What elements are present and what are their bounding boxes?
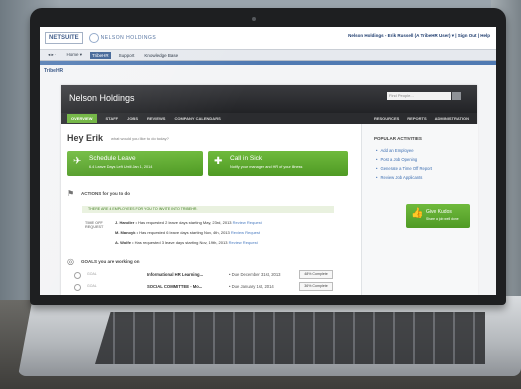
netsuite-topbar: NETSUITE NELSON HOLDINGS Nelson Holdings… (40, 27, 496, 50)
review-request-link[interactable]: Review Request (229, 240, 258, 245)
thumbs-up-icon: 👍 (411, 208, 424, 219)
goal-due: • Due December 31st, 2013 (229, 272, 281, 277)
laptop-screen: NETSUITE NELSON HOLDINGS Nelson Holdings… (40, 27, 496, 295)
goal-title[interactable]: Informational HR Learning... (147, 272, 203, 277)
actions-icon: ⚑ (67, 189, 75, 198)
review-request-link[interactable]: Review Request (233, 220, 262, 225)
webcam-icon (252, 17, 256, 21)
airplane-icon: ✈ (73, 156, 82, 167)
netsuite-navbar: ◂ ▸ · Home ▾ TribeHR Support Knowledge B… (40, 50, 496, 61)
give-kudos-subtitle: Share a job well done (426, 217, 459, 221)
goal-status-icon (74, 272, 81, 279)
request-name: A. Wolfe (115, 240, 131, 245)
sidebar: POPULAR ACTIVITIES Add an Employee Post … (361, 124, 478, 295)
give-kudos-button[interactable]: 👍 Give Kudos Share a job well done (406, 204, 470, 228)
goal-row: GOAL Informational HR Learning... • Due … (67, 270, 357, 280)
request-name: M. Manoyk (115, 230, 136, 235)
greeting: Hey Erik (67, 133, 104, 143)
company-logo-icon (88, 33, 99, 43)
medical-icon: ✚ (214, 156, 223, 167)
popular-item[interactable]: Post a Job Opening (376, 157, 417, 162)
request-row: A. Wolfe • Has requested 3 leave days st… (115, 240, 258, 245)
netsuite-logo[interactable]: NETSUITE (45, 32, 83, 44)
nav-knowledge-base[interactable]: Knowledge Base (142, 52, 180, 59)
goal-title[interactable]: SOCIAL COMMITTEE - Mo... (147, 284, 202, 289)
give-kudos-title: Give Kudos (426, 209, 452, 215)
goals-title: GOALS you are working on (81, 259, 140, 264)
tab-jobs[interactable]: JOBS (127, 116, 138, 121)
tab-reports[interactable]: REPORTS (407, 116, 426, 121)
right-tabs: RESOURCES REPORTS ADMINISTRATION (374, 116, 477, 121)
popular-item[interactable]: Generate a Time Off Report (376, 166, 432, 171)
tab-administration[interactable]: ADMINISTRATION (435, 116, 469, 121)
tab-overview[interactable]: OVERVIEW (67, 114, 97, 123)
company-name: Nelson Holdings (69, 93, 135, 103)
request-name: J. Handler (115, 220, 135, 225)
tab-company-calendars[interactable]: COMPANY CALENDARS (174, 116, 220, 121)
overview-main: Hey Erik what would you like to do today… (61, 124, 361, 295)
goal-status-icon (74, 284, 81, 291)
time-off-request-label: TIME OFF REQUEST (85, 221, 104, 229)
call-in-sick-button[interactable]: ✚ Call in Sick Notify your manager and H… (208, 151, 348, 176)
breadcrumb: TribeHR (44, 68, 64, 74)
goal-label: GOAL (87, 272, 97, 276)
call-in-sick-title: Call in Sick (230, 155, 263, 162)
goals-icon: ◎ (67, 257, 74, 266)
request-text: • Has requested 2 leave days starting Ma… (135, 220, 232, 225)
portal-tabs: OVERVIEW STAFF JOBS REVIEWS COMPANY CALE… (61, 113, 477, 124)
popular-item[interactable]: Add an Employee (376, 148, 413, 153)
schedule-leave-title: Schedule Leave (89, 155, 136, 162)
nav-home[interactable]: Home ▾ (65, 51, 85, 59)
tab-reviews[interactable]: REVIEWS (147, 116, 165, 121)
goal-row: GOAL SOCIAL COMMITTEE - Mo... • Due Janu… (67, 282, 357, 292)
tribehr-portal: Nelson Holdings Find People... OVERVIEW … (61, 85, 478, 295)
tab-resources[interactable]: RESOURCES (374, 116, 399, 121)
request-text: • Has requested 6 leave days starting No… (136, 230, 230, 235)
greeting-subtitle: what would you like to do today? (111, 136, 169, 141)
schedule-leave-subtitle: 6.4 Leave Days Left Until Jan 1, 2014 (89, 165, 153, 169)
actions-title: ACTIONS for you to do (81, 191, 130, 196)
nav-support[interactable]: Support (117, 52, 137, 59)
goal-label: GOAL (87, 284, 97, 288)
request-text: • Has requested 3 leave days starting No… (132, 240, 228, 245)
goal-due: • Due January 1st, 2014 (229, 284, 274, 289)
search-button[interactable] (452, 92, 461, 100)
invite-notice[interactable]: THERE ARE 4 EMPLOYEES FOR YOU TO INVITE … (82, 206, 334, 213)
request-row: J. Handler • Has requested 2 leave days … (115, 220, 262, 225)
user-links[interactable]: Nelson Holdings - Erik Russell (A TribeH… (348, 33, 490, 39)
tab-staff[interactable]: STAFF (106, 116, 119, 121)
nav-arrows[interactable]: ◂ ▸ · (46, 51, 59, 59)
company-logo: NELSON HOLDINGS (88, 33, 157, 43)
nav-tribehr[interactable]: TribeHR (90, 51, 111, 59)
popular-item[interactable]: Review Job Applicants (376, 175, 422, 180)
call-in-sick-subtitle: Notify your manager and HR of your illne… (230, 165, 303, 169)
find-people-input[interactable]: Find People... (387, 92, 451, 100)
goal-progress-badge: 48% Complete (299, 270, 333, 279)
goal-progress-badge: 36% Complete (299, 282, 333, 291)
portal-header: Nelson Holdings Find People... (61, 85, 477, 113)
laptop-keyboard (95, 312, 485, 364)
review-request-link[interactable]: Review Request (231, 230, 260, 235)
popular-activities-title: POPULAR ACTIVITIES (374, 136, 422, 141)
schedule-leave-button[interactable]: ✈ Schedule Leave 6.4 Leave Days Left Unt… (67, 151, 203, 176)
company-logo-text: NELSON HOLDINGS (100, 35, 157, 41)
request-row: M. Manoyk • Has requested 6 leave days s… (115, 230, 260, 235)
